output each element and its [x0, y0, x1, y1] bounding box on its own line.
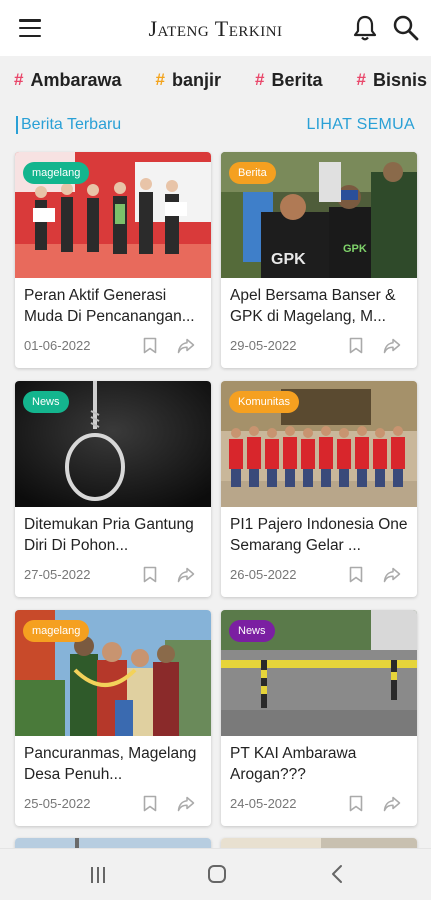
article-thumbnail: News — [221, 610, 417, 736]
search-icon[interactable] — [392, 14, 420, 42]
article-card[interactable]: News PT KAI Ambarawa Arogan??? 24-05-202… — [221, 610, 417, 826]
bookmark-icon[interactable] — [143, 795, 157, 812]
see-all-link[interactable]: LIHAT SEMUA — [306, 116, 415, 134]
bookmark-icon[interactable] — [143, 566, 157, 583]
article-card[interactable]: magelang Peran Aktif Generasi Muda Di Pe… — [15, 152, 211, 368]
article-date: 26-05-2022 — [230, 567, 297, 582]
tag-ambarawa[interactable]: # Ambarawa — [14, 70, 122, 91]
bookmark-icon[interactable] — [143, 337, 157, 354]
tag-berita[interactable]: # Berita — [255, 70, 323, 91]
article-date: 29-05-2022 — [230, 338, 297, 353]
category-badge: News — [23, 391, 69, 413]
app-screen: Jateng Terkini # Ambarawa # banjir # Ber… — [0, 0, 431, 900]
hash-icon: # — [356, 70, 366, 89]
section-title: Berita Terbaru — [16, 116, 121, 134]
bookmark-icon[interactable] — [349, 795, 363, 812]
section-header: Berita Terbaru LIHAT SEMUA — [0, 113, 431, 139]
share-icon[interactable] — [383, 338, 401, 354]
category-badge: Komunitas — [229, 391, 299, 413]
article-title[interactable]: PT KAI Ambarawa Arogan??? — [230, 743, 410, 785]
article-date: 01-06-2022 — [24, 338, 91, 353]
tag-label: banjir — [171, 69, 221, 90]
tag-banjir[interactable]: # banjir — [156, 70, 221, 91]
article-thumbnail: News — [15, 381, 211, 507]
bookmark-icon[interactable] — [349, 337, 363, 354]
article-card[interactable]: GPK GPK Berita Apel Bersama Banser & GPK… — [221, 152, 417, 368]
share-icon[interactable] — [177, 796, 195, 812]
tag-label: Berita — [271, 69, 323, 90]
article-thumbnail: magelang — [15, 152, 211, 278]
menu-icon[interactable] — [18, 16, 42, 40]
tag-bisnis[interactable]: # Bisnis — [357, 70, 428, 91]
hash-icon: # — [155, 70, 165, 89]
article-card[interactable]: Komunitas PI1 Pajero Indonesia One Semar… — [221, 381, 417, 597]
tag-label: Bisnis — [372, 69, 427, 90]
share-icon[interactable] — [383, 567, 401, 583]
article-title[interactable]: Ditemukan Pria Gantung Diri Di Pohon... — [24, 514, 204, 556]
article-card[interactable]: News Ditemukan Pria Gantung Diri Di Poho… — [15, 381, 211, 597]
article-title[interactable]: Apel Bersama Banser & GPK di Magelang, M… — [230, 285, 410, 327]
category-badge: News — [229, 620, 275, 642]
share-icon[interactable] — [177, 338, 195, 354]
home-icon[interactable] — [207, 864, 227, 884]
bell-icon[interactable] — [352, 14, 378, 42]
article-date: 24-05-2022 — [230, 796, 297, 811]
category-badge: magelang — [23, 162, 90, 184]
svg-text:GPK: GPK — [343, 243, 367, 255]
share-icon[interactable] — [177, 567, 195, 583]
article-date: 25-05-2022 — [24, 796, 91, 811]
article-title[interactable]: Pancuranmas, Magelang Desa Penuh... — [24, 743, 204, 785]
article-title[interactable]: PI1 Pajero Indonesia One Semarang Gelar … — [230, 514, 410, 556]
article-date: 27-05-2022 — [24, 567, 91, 582]
hash-icon: # — [255, 70, 265, 89]
recent-apps-icon[interactable] — [88, 866, 108, 884]
category-badge: Berita — [229, 162, 276, 184]
top-app-bar: Jateng Terkini — [0, 0, 431, 56]
article-thumbnail: GPK GPK Berita — [221, 152, 417, 278]
share-icon[interactable] — [383, 796, 401, 812]
category-badge: magelang — [23, 620, 90, 642]
bookmark-icon[interactable] — [349, 566, 363, 583]
article-card[interactable]: magelang Pancuranmas, Magelang Desa Penu… — [15, 610, 211, 826]
tag-bar: # Ambarawa # banjir # Berita # Bisnis — [0, 56, 431, 104]
system-nav-bar — [0, 848, 431, 900]
article-title[interactable]: Peran Aktif Generasi Muda Di Pencanangan… — [24, 285, 204, 327]
back-icon[interactable] — [330, 864, 344, 884]
article-thumbnail: Komunitas — [221, 381, 417, 507]
hash-icon: # — [14, 70, 24, 89]
tag-label: Ambarawa — [30, 69, 122, 90]
svg-text:GPK: GPK — [271, 251, 306, 268]
article-thumbnail: magelang — [15, 610, 211, 736]
